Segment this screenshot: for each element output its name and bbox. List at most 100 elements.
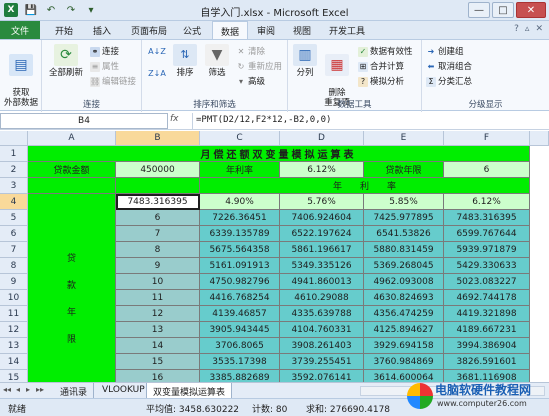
result-cell[interactable]: 6599.767644: [444, 226, 530, 242]
group-button[interactable]: ➜ 创建组: [426, 46, 464, 58]
sheet-tab-vlookup[interactable]: VLOOKUP: [96, 383, 152, 398]
formula-input[interactable]: =PMT(D2/12,F2*12,-B2,0,0): [192, 113, 543, 129]
minimize-button[interactable]: —: [468, 2, 490, 18]
result-cell[interactable]: 3929.694158: [364, 338, 444, 354]
close-button[interactable]: ✕: [516, 2, 546, 18]
refresh-all-button[interactable]: ⟳ 全部刷新: [46, 44, 86, 78]
reapply-button[interactable]: ↻ 重新应用: [236, 61, 282, 73]
years-cell-row-10[interactable]: 11: [116, 290, 200, 306]
what-if-analysis-button[interactable]: ? 模拟分析: [358, 76, 404, 88]
years-cell-row-12[interactable]: 13: [116, 322, 200, 338]
result-cell[interactable]: 4335.639788: [280, 306, 364, 322]
annual-rate-label-cell[interactable]: 年利率: [200, 162, 280, 178]
row-header-3[interactable]: 3: [0, 178, 28, 194]
result-cell[interactable]: 4610.29088: [280, 290, 364, 306]
years-cell-row-13[interactable]: 14: [116, 338, 200, 354]
result-cell[interactable]: 3905.943445: [200, 322, 280, 338]
sort-ascending-button[interactable]: A↓Z: [148, 46, 166, 58]
get-external-data-button[interactable]: ▤ 获取 外部数据: [2, 44, 40, 108]
result-cell[interactable]: 4692.744178: [444, 290, 530, 306]
result-cell[interactable]: 3908.261403: [280, 338, 364, 354]
row-header-13[interactable]: 13: [0, 338, 28, 354]
result-cell[interactable]: 3994.386904: [444, 338, 530, 354]
result-cell[interactable]: 4189.667231: [444, 322, 530, 338]
sheet-tab-contacts[interactable]: 通讯录: [54, 383, 95, 398]
result-cell[interactable]: 3592.076141: [280, 370, 364, 382]
row-header-2[interactable]: 2: [0, 162, 28, 178]
tab-file[interactable]: 文件: [0, 21, 40, 39]
result-cell[interactable]: 5161.091913: [200, 258, 280, 274]
result-cell[interactable]: 4139.46857: [200, 306, 280, 322]
loan-years-label-cell[interactable]: 贷款年限: [364, 162, 444, 178]
result-cell[interactable]: 3826.591601: [444, 354, 530, 370]
column-header-d[interactable]: D: [280, 131, 364, 146]
years-cell-row-7[interactable]: 8: [116, 242, 200, 258]
row-header-5[interactable]: 5: [0, 210, 28, 226]
tab-page-layout[interactable]: 页面布局: [124, 21, 174, 39]
connections-button[interactable]: ⚭ 连接: [90, 46, 119, 58]
result-cell[interactable]: 5861.196617: [280, 242, 364, 258]
selected-cell-b4[interactable]: 7483.316395: [116, 194, 200, 210]
years-cell-row-6[interactable]: 7: [116, 226, 200, 242]
result-cell[interactable]: 7406.924604: [280, 210, 364, 226]
rate-header-3[interactable]: 5.85%: [364, 194, 444, 210]
column-header-a[interactable]: A: [28, 131, 116, 146]
result-cell[interactable]: 3385.882689: [200, 370, 280, 382]
filter-button[interactable]: ▼ 筛选: [202, 44, 232, 78]
tab-view[interactable]: 视图: [286, 21, 318, 39]
subtotal-button[interactable]: Σ 分类汇总: [426, 76, 472, 88]
help-icon[interactable]: ?: [514, 24, 519, 34]
result-cell[interactable]: 5939.971879: [444, 242, 530, 258]
column-header-e[interactable]: E: [364, 131, 444, 146]
row-header-1[interactable]: 1: [0, 146, 28, 162]
text-to-columns-button[interactable]: ▥ 分列: [290, 44, 320, 78]
result-cell[interactable]: 3706.8065: [200, 338, 280, 354]
ungroup-button[interactable]: ⬅ 取消组合: [426, 61, 472, 73]
row-header-7[interactable]: 7: [0, 242, 28, 258]
column-header-f[interactable]: F: [444, 131, 530, 146]
years-cell-row-14[interactable]: 15: [116, 354, 200, 370]
result-cell[interactable]: 4125.894627: [364, 322, 444, 338]
data-validation-button[interactable]: ✓ 数据有效性: [358, 46, 413, 58]
rate-header-cell[interactable]: 年 利 率: [200, 178, 530, 194]
fx-icon[interactable]: fx: [170, 114, 179, 124]
years-cell-row-5[interactable]: 6: [116, 210, 200, 226]
edit-links-button[interactable]: ⛓ 编辑链接: [90, 76, 136, 88]
restore-button[interactable]: □: [492, 2, 514, 18]
result-cell[interactable]: 3535.17398: [200, 354, 280, 370]
first-sheet-icon[interactable]: ◂◂: [3, 385, 11, 394]
sheet-title-cell[interactable]: 月偿还额双变量模拟运算表: [28, 146, 530, 162]
result-cell[interactable]: 3760.984869: [364, 354, 444, 370]
consolidate-button[interactable]: ⊞ 合并计算: [358, 61, 404, 73]
clear-filter-button[interactable]: ✕ 清除: [236, 46, 265, 58]
result-cell[interactable]: 4941.860013: [280, 274, 364, 290]
years-cell-row-8[interactable]: 9: [116, 258, 200, 274]
rate-header-2[interactable]: 5.76%: [280, 194, 364, 210]
advanced-filter-button[interactable]: ▾ 高级: [236, 76, 265, 88]
loan-amount-label-cell[interactable]: 贷款金额: [28, 162, 116, 178]
row-header-6[interactable]: 6: [0, 226, 28, 242]
loan-amount-cell[interactable]: 450000: [116, 162, 200, 178]
row-header-9[interactable]: 9: [0, 274, 28, 290]
result-cell[interactable]: 4630.824693: [364, 290, 444, 306]
result-cell[interactable]: 4962.093008: [364, 274, 444, 290]
result-cell[interactable]: 6522.197624: [280, 226, 364, 242]
result-cell[interactable]: 4416.768254: [200, 290, 280, 306]
last-sheet-icon[interactable]: ▸▸: [36, 385, 44, 394]
result-cell[interactable]: 5429.330633: [444, 258, 530, 274]
tab-developer[interactable]: 开发工具: [322, 21, 372, 39]
tab-home[interactable]: 开始: [46, 21, 82, 39]
prev-sheet-icon[interactable]: ◂: [16, 385, 20, 394]
workbook-close-icon[interactable]: ✕: [535, 24, 543, 34]
properties-button[interactable]: ≡ 属性: [90, 61, 119, 73]
result-cell[interactable]: 4356.474259: [364, 306, 444, 322]
row-header-14[interactable]: 14: [0, 354, 28, 370]
result-cell[interactable]: 6541.53826: [364, 226, 444, 242]
cell-b3[interactable]: [116, 178, 200, 194]
ribbon-minimize-icon[interactable]: ▵: [525, 24, 530, 34]
column-header-c[interactable]: C: [200, 131, 280, 146]
result-cell[interactable]: 4419.321898: [444, 306, 530, 322]
years-cell-row-15[interactable]: 16: [116, 370, 200, 382]
sort-button[interactable]: ⇅ 排序: [170, 44, 200, 78]
tab-data[interactable]: 数据: [212, 21, 248, 39]
